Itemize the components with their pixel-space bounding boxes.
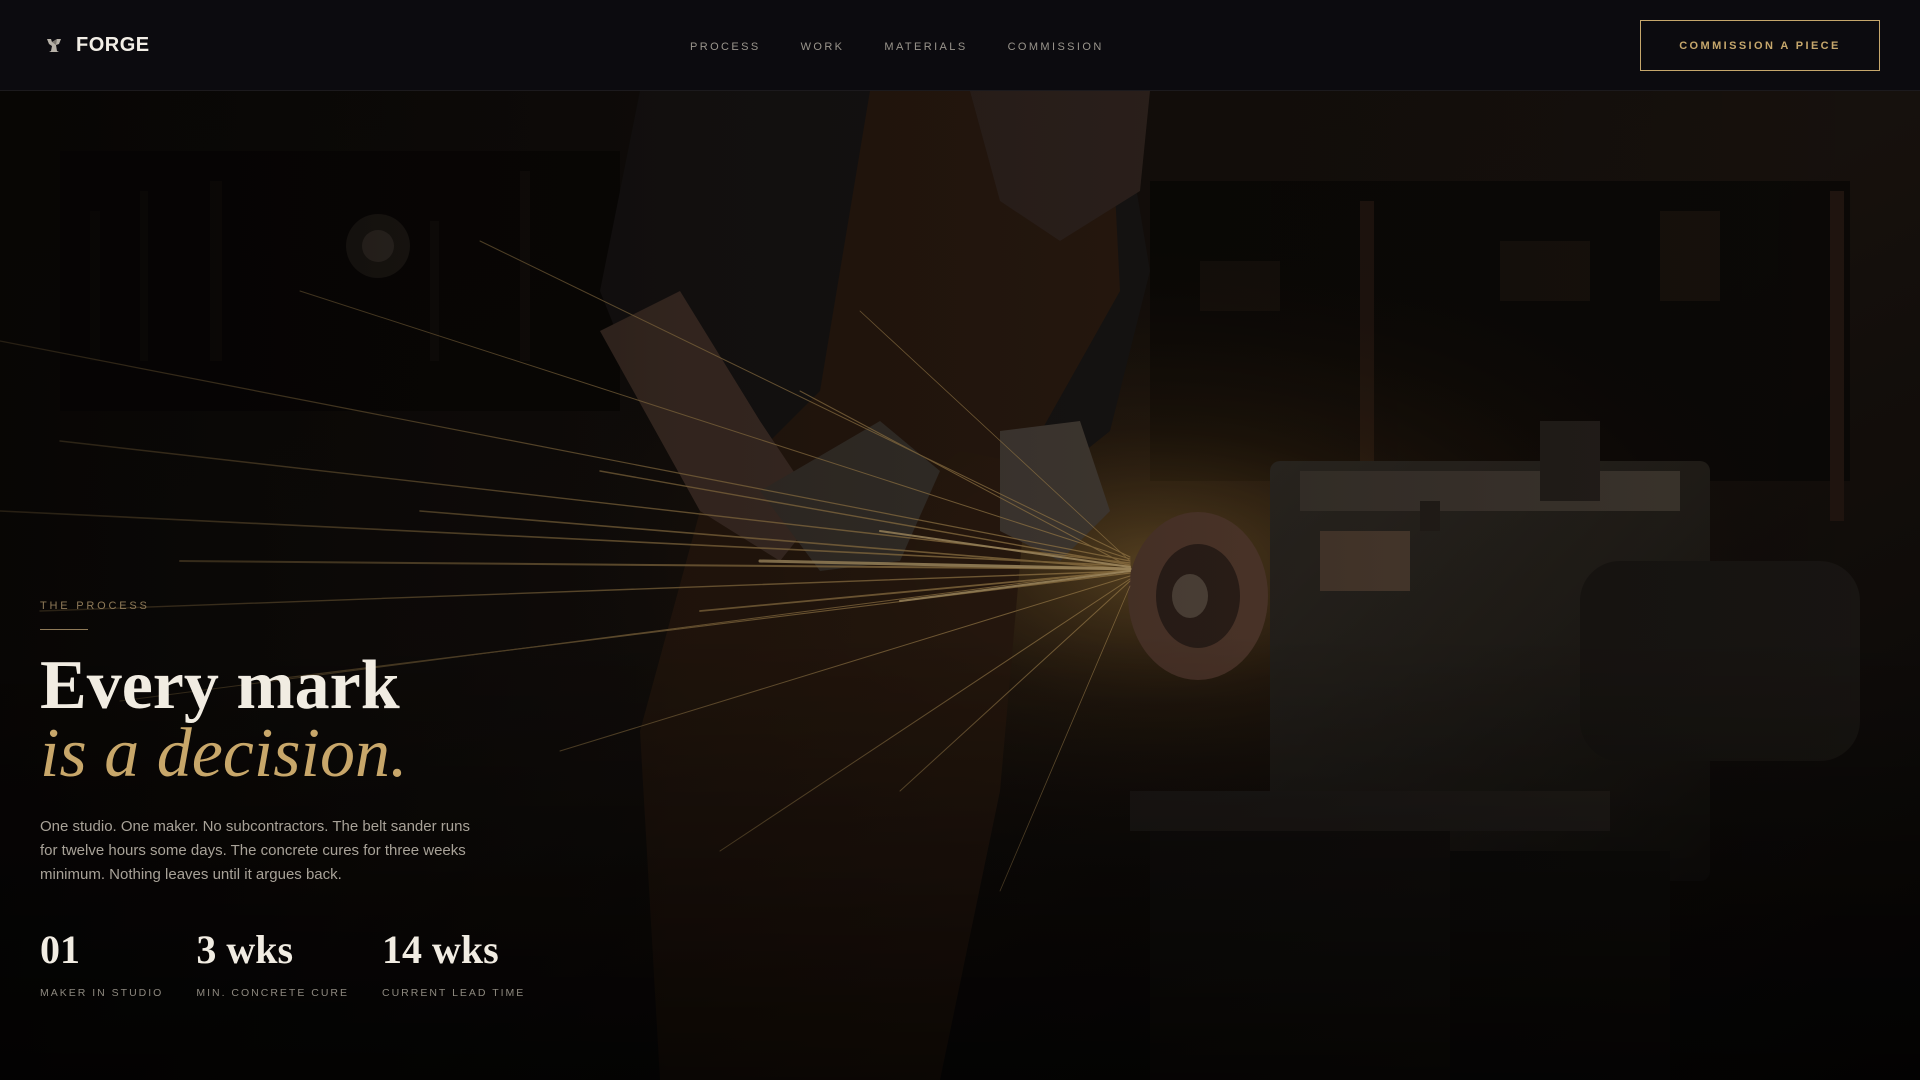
stats-row: 01 MAKER IN STUDIO 3 wks MIN. CONCRETE C… [40, 927, 558, 1000]
section-eyebrow: THE PROCESS [40, 600, 150, 612]
stat-value: 01 [40, 927, 80, 972]
headline-line-2: is a decision. [40, 715, 408, 792]
nav-link-work[interactable]: WORK [801, 41, 845, 53]
nav-link-materials[interactable]: MATERIALS [884, 41, 967, 53]
nav-link-commission[interactable]: COMMISSION [1008, 41, 1104, 53]
main-menu: PROCESS WORK MATERIALS COMMISSION [690, 37, 1104, 55]
top-navigation: FORGE PROCESS WORK MATERIALS COMMISSION … [0, 0, 1920, 91]
stat-label: MAKER IN STUDIO [40, 987, 164, 999]
hero-headline: Every mark is a decision. [40, 647, 408, 792]
stat-value: 14 wks [382, 927, 499, 972]
stat-lead-time: 14 wks CURRENT LEAD TIME [382, 927, 526, 1000]
stat-label: MIN. CONCRETE CURE [196, 987, 350, 999]
nav-link-process[interactable]: PROCESS [690, 41, 761, 53]
anvil-icon [47, 39, 61, 52]
brand-name: FORGE [76, 33, 150, 56]
commission-a-piece-button[interactable]: COMMISSION A PIECE [1640, 20, 1880, 71]
stat-makers: 01 MAKER IN STUDIO [40, 927, 164, 1000]
eyebrow-divider [40, 629, 88, 630]
stat-concrete-cure: 3 wks MIN. CONCRETE CURE [196, 927, 350, 1000]
hero-description: One studio. One maker. No subcontractors… [40, 818, 470, 883]
stat-value: 3 wks [196, 927, 294, 972]
stat-label: CURRENT LEAD TIME [382, 987, 526, 999]
hero-content: THE PROCESS Every mark is a decision. On… [40, 91, 940, 1080]
brand-logo[interactable]: FORGE [44, 31, 150, 59]
hero-section: THE PROCESS Every mark is a decision. On… [0, 91, 1920, 1080]
headline-line-1: Every mark [40, 647, 400, 724]
